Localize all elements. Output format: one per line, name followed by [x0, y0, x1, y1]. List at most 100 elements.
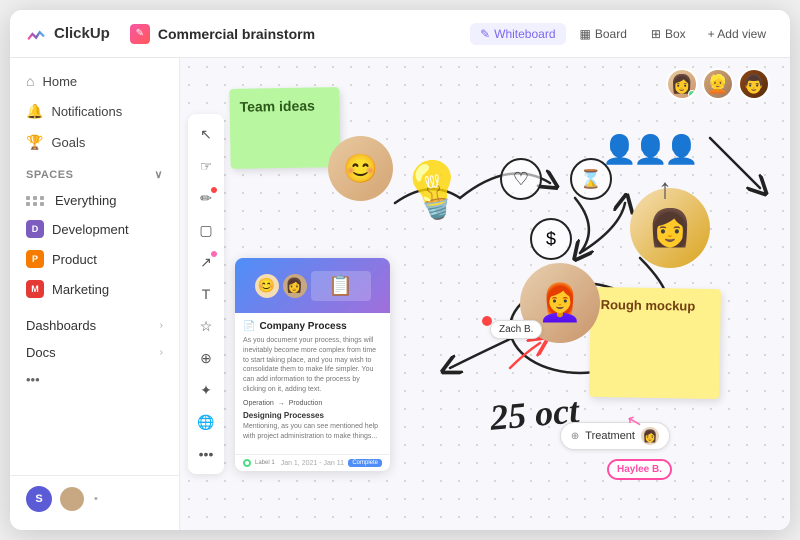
page-title-area: ✎ Commercial brainstorm	[130, 24, 458, 44]
left-toolbar: ↖ ☞ ✏ ▢ ↗ T ☆ ⊕ ✦ 🌐 •••	[188, 114, 224, 474]
lightbulb-illustration: 💡	[395, 153, 474, 229]
doc-card-text: As you document your process, things wil…	[243, 336, 382, 395]
spaces-chevron-icon: ∨	[154, 168, 163, 181]
sidebar-item-marketing[interactable]: M Marketing	[10, 274, 179, 304]
app-name: ClickUp	[54, 25, 110, 42]
text-tool-button[interactable]: T	[192, 280, 220, 308]
marketing-dot: M	[26, 280, 44, 298]
doc-card-title: 📄 Company Process	[243, 321, 382, 332]
spaces-label: Spaces	[26, 169, 73, 181]
sidebar-item-everything[interactable]: Everything	[10, 187, 179, 214]
add-view-button[interactable]: + Add view	[700, 23, 774, 45]
dollar-icon-node: $	[530, 218, 572, 260]
sticky-note-green[interactable]: Team ideas	[229, 87, 340, 169]
app-window: ClickUp ✎ Commercial brainstorm ✎ Whiteb…	[10, 10, 790, 530]
people-group-icon: 👤👤👤	[602, 133, 695, 166]
everything-label: Everything	[55, 193, 116, 208]
top-bar: ClickUp ✎ Commercial brainstorm ✎ Whiteb…	[10, 10, 790, 58]
sidebar-footer: S •	[10, 475, 179, 522]
shape-tool-button[interactable]: ▢	[192, 216, 220, 244]
docs-label: Docs	[26, 345, 56, 360]
sidebar-item-notifications[interactable]: 🔔 Notifications	[10, 96, 179, 127]
user-initial: S	[35, 493, 42, 505]
doc-header-graphic: 📋	[311, 271, 371, 301]
canvas-area[interactable]: ↖ ☞ ✏ ▢ ↗ T ☆ ⊕ ✦ 🌐 •••	[180, 58, 790, 530]
avatar-3: 👨	[738, 68, 770, 100]
doc-footer-label: Label 1	[255, 460, 275, 466]
arrow-tool-button[interactable]: ↗	[192, 248, 220, 276]
sidebar-item-home[interactable]: ⌂ Home	[10, 66, 179, 96]
doc-title-text: Company Process	[259, 321, 346, 332]
marketing-label: Marketing	[52, 282, 109, 297]
sidebar-item-dashboards[interactable]: Dashboards ›	[10, 312, 179, 339]
product-dot: P	[26, 250, 44, 268]
doc-icon: 📄	[243, 321, 255, 332]
sidebar-bottom: Dashboards › Docs ›	[10, 312, 179, 366]
doc-section-text: Mentioning, as you can see mentioned hel…	[243, 422, 382, 442]
sticky-note-yellow[interactable]: Rough mockup	[589, 287, 721, 399]
globe-tool-button[interactable]: 🌐	[192, 408, 220, 436]
avatar-1: 👩	[666, 68, 698, 100]
bell-icon: 🔔	[26, 103, 43, 120]
docs-arrow-icon: ›	[160, 347, 163, 358]
view-tabs: ✎ Whiteboard ▦ Board ⊞ Box + Add view	[470, 23, 774, 45]
top-avatars: 👩 👱 👨	[666, 68, 770, 100]
arrow-dot	[211, 251, 217, 257]
spaces-section-header: Spaces ∨	[10, 158, 179, 187]
sidebar-notifications-label: Notifications	[51, 104, 122, 119]
document-card[interactable]: 😊 👩 📋 📄 Company Process As you document …	[235, 258, 390, 471]
home-icon: ⌂	[26, 73, 34, 89]
treatment-label: Treatment	[585, 430, 635, 442]
sidebar-more-button[interactable]: •••	[10, 366, 179, 393]
tab-board[interactable]: ▦ Board	[570, 23, 637, 45]
cursor-tool-button[interactable]: ↖	[192, 120, 220, 148]
tab-box[interactable]: ⊞ Box	[641, 23, 696, 45]
user-avatar[interactable]: S	[26, 486, 52, 512]
more-tools-button[interactable]: •••	[192, 440, 220, 468]
magic-tool-button[interactable]: ✦	[192, 376, 220, 404]
sidebar-item-development[interactable]: D Development	[10, 214, 179, 244]
doc-card-header: 😊 👩 📋	[235, 258, 390, 313]
doc-header-avatar-1: 😊	[255, 274, 279, 298]
avatar-2: 👱	[702, 68, 734, 100]
box-tab-label: Box	[665, 27, 686, 41]
doc-footer-date: Jan 1, 2021 - Jan 11	[281, 460, 344, 467]
board-tab-label: Board	[595, 27, 627, 41]
progress-circle	[243, 459, 251, 467]
connect-tool-button[interactable]: ⊕	[192, 344, 220, 372]
hand-tool-button[interactable]: ☞	[192, 152, 220, 180]
pen-indicator	[482, 316, 492, 326]
whiteboard-tab-icon: ✎	[480, 27, 490, 41]
sidebar: ⌂ Home 🔔 Notifications 🏆 Goals Spaces ∨	[10, 58, 180, 530]
trophy-icon: 🏆	[26, 134, 43, 151]
haylee-tag: Haylee B.	[607, 459, 672, 480]
doc-card-footer: Label 1 Jan 1, 2021 - Jan 11 Complete	[235, 454, 390, 471]
sidebar-item-docs[interactable]: Docs ›	[10, 339, 179, 366]
development-label: Development	[52, 222, 129, 237]
person-face-1: 😊	[328, 136, 393, 201]
product-label: Product	[52, 252, 97, 267]
zach-tag: Zach B.	[490, 320, 542, 339]
user-photo	[60, 487, 84, 511]
doc-complete-button[interactable]: Complete	[348, 459, 382, 467]
sidebar-item-product[interactable]: P Product	[10, 244, 179, 274]
board-tab-icon: ▦	[580, 27, 591, 41]
zach-name: Zach B.	[499, 324, 533, 335]
app-logo: ClickUp	[26, 23, 110, 45]
sidebar-item-goals[interactable]: 🏆 Goals	[10, 127, 179, 158]
treatment-tag: ⊕ Treatment 👩	[560, 422, 670, 450]
clickup-logo-icon	[26, 23, 48, 45]
sticky-yellow-text: Rough mockup	[601, 297, 696, 314]
avatar-1-status	[688, 90, 696, 98]
move-icon: ⊕	[571, 431, 579, 442]
everything-grid-icon	[26, 196, 45, 206]
doc-status-right: Production	[289, 400, 322, 407]
haylee-name: Haylee B.	[617, 464, 662, 475]
tab-whiteboard[interactable]: ✎ Whiteboard	[470, 23, 565, 45]
doc-arrow-icon: →	[278, 400, 285, 407]
development-dot: D	[26, 220, 44, 238]
sticky-tool-button[interactable]: ☆	[192, 312, 220, 340]
sticky-green-text: Team ideas	[239, 97, 315, 114]
doc-status-left: Operation	[243, 400, 274, 407]
pencil-tool-button[interactable]: ✏	[192, 184, 220, 212]
